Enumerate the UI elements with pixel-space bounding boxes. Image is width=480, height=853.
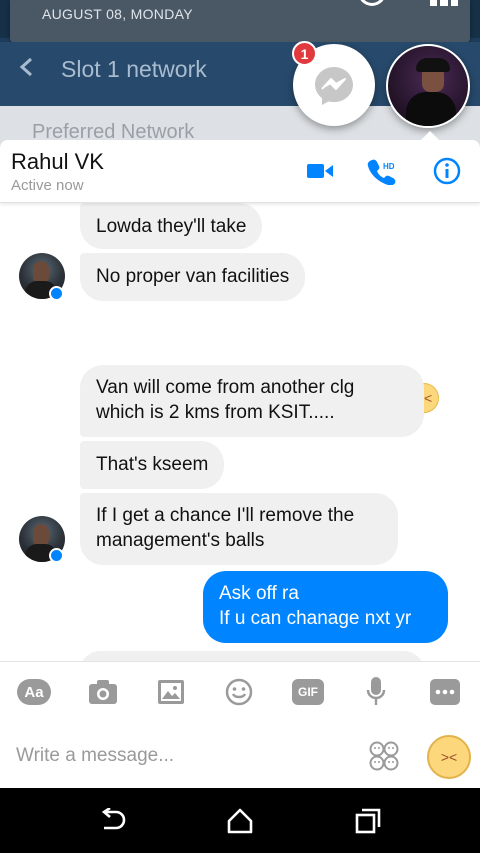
recents-nav-icon[interactable] <box>354 808 382 834</box>
messenger-badge-icon <box>49 548 64 563</box>
camera-icon[interactable] <box>85 676 121 708</box>
message-list[interactable]: Lowda they'll take No proper van facilit… <box>0 203 480 661</box>
home-nav-icon[interactable] <box>226 808 254 834</box>
gif-label: GIF <box>292 679 324 705</box>
signal-icon <box>430 0 458 6</box>
message-input[interactable]: Write a message... <box>16 745 174 767</box>
message-bubble[interactable]: If I get a chance I'll remove the manage… <box>80 493 398 565</box>
message-composer[interactable]: Write a message... >< <box>0 723 480 788</box>
presence-status: Active now <box>11 177 84 194</box>
message-bubble[interactable]: Van will come from another clg which is … <box>80 365 424 437</box>
svg-text:HD: HD <box>383 162 395 171</box>
composer-toolbar: Aa GIF <box>0 661 480 723</box>
message-bubble[interactable]: No proper van facilities <box>80 253 306 301</box>
more-options-icon[interactable] <box>427 676 463 708</box>
contact-name[interactable]: Rahul VK <box>11 149 104 175</box>
text-format-icon[interactable]: Aa <box>16 676 52 708</box>
chat-panel: Rahul VK Active now HD Lowda they'll tak… <box>0 140 480 788</box>
emoji-icon[interactable] <box>221 676 257 708</box>
info-icon[interactable] <box>431 155 463 187</box>
text-format-label: Aa <box>17 679 51 705</box>
gif-icon[interactable]: GIF <box>290 676 326 708</box>
back-arrow-icon[interactable] <box>18 58 36 76</box>
notification-date: AUGUST 08, MONDAY <box>42 6 193 22</box>
notification-card[interactable]: AUGUST 08, MONDAY <box>10 0 470 42</box>
system-nav-bar <box>0 788 480 853</box>
settings-title: Slot 1 network <box>61 56 207 82</box>
send-emoji-icon[interactable]: >< <box>427 735 471 779</box>
messenger-badge-icon <box>49 286 64 301</box>
contact-chathead-avatar[interactable] <box>386 44 470 128</box>
messenger-icon <box>315 67 353 105</box>
partial-message-bubble[interactable] <box>80 651 424 661</box>
alarm-icon <box>358 0 386 6</box>
gallery-icon[interactable] <box>153 676 189 708</box>
microphone-icon[interactable] <box>358 676 394 708</box>
hd-call-icon[interactable]: HD <box>366 155 398 187</box>
chat-header: Rahul VK Active now HD <box>0 140 480 203</box>
sticker-icon[interactable] <box>369 741 399 771</box>
back-nav-icon[interactable] <box>98 808 126 834</box>
unread-badge: 1 <box>292 41 317 66</box>
outgoing-message-bubble[interactable]: Ask off ra If u can chanage nxt yr <box>203 571 448 643</box>
message-bubble[interactable]: Lowda they'll take <box>80 203 263 249</box>
message-bubble[interactable]: That's kseem <box>80 441 225 489</box>
video-call-icon[interactable] <box>304 155 336 187</box>
